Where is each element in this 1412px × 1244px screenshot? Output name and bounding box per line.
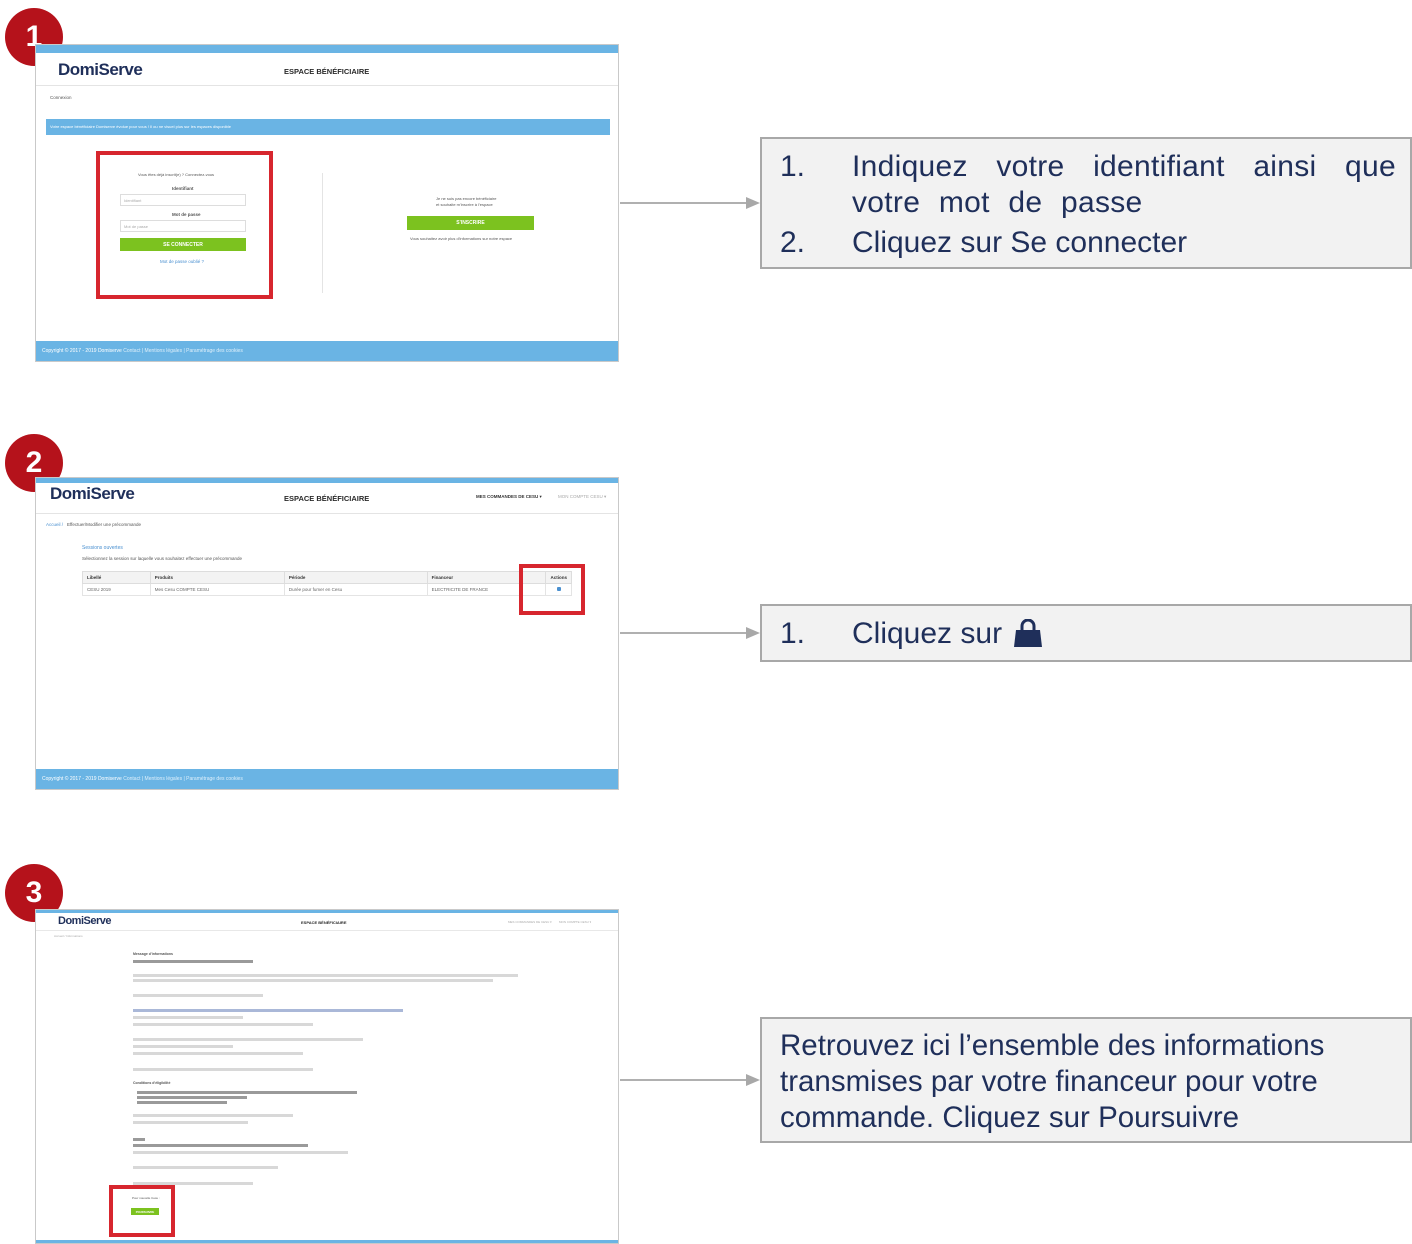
connector-line-3: [620, 1079, 748, 1081]
connector-line-2: [620, 632, 748, 634]
sessions-table: Libellé Produits Période Financeur Actio…: [82, 571, 572, 596]
info-banner: Votre espace bénéficiaire Domiserve évol…: [46, 119, 610, 135]
domiserve-logo: DomiServe: [58, 915, 111, 927]
instruction-row: 1. Indiquez votre identifiant ainsi que …: [780, 149, 1396, 221]
top-accent-bar: [36, 45, 618, 53]
paragraph-line: [133, 1009, 403, 1012]
paragraph-line: [133, 1068, 313, 1071]
col-periode: Période: [283, 571, 428, 584]
cell-produits: Mes Cesu COMPTE CESU: [149, 583, 285, 596]
breadcrumb: Connexion: [50, 95, 72, 100]
table-row: CESU 2019 Mes Cesu COMPTE CESU Durée pou…: [82, 583, 572, 596]
header-divider: [36, 85, 618, 86]
register-text-2: et souhaite m'inscrire à l'espace: [436, 202, 493, 207]
paragraph-line: [133, 1121, 248, 1124]
breadcrumb-home[interactable]: Accueil /: [46, 522, 63, 527]
bottom-accent-bar: [36, 1240, 618, 1243]
footer: Copyright © 2017 - 2019 Domiserve Contac…: [36, 341, 618, 361]
instruction-box-1: 1. Indiquez votre identifiant ainsi que …: [760, 137, 1412, 269]
paragraph-line: [133, 979, 493, 982]
espace-title: ESPACE BÉNÉFICIAIRE: [284, 494, 370, 503]
connector-arrow-2: [746, 627, 760, 639]
col-produits: Produits: [149, 571, 285, 584]
espace-title: ESPACE BÉNÉFICIAIRE: [284, 67, 370, 76]
instruction-text: Cliquez sur Se connecter: [852, 226, 1188, 259]
instruction-row: 2. Cliquez sur Se connecter: [780, 225, 1396, 261]
paragraph-line: [133, 1166, 278, 1169]
top-accent-bar: [36, 910, 618, 913]
col-libelle: Libellé: [82, 571, 151, 584]
instruction-number: 1.: [780, 150, 806, 183]
paragraph-line: [133, 1045, 233, 1048]
header-divider: [36, 930, 618, 931]
conditions-title: Conditions d'éligibilité: [133, 1081, 171, 1085]
paragraph-line: [133, 1023, 313, 1026]
instruction-text: Retrouvez ici l’ensemble des information…: [780, 1029, 1325, 1134]
cell-periode: Durée pour fumer en Cesu: [283, 583, 428, 596]
info-banner-text: Votre espace bénéficiaire Domiserve évol…: [50, 124, 231, 129]
sessions-description: Sélectionnez la session sur laquelle vou…: [82, 556, 243, 561]
paragraph-line: [133, 974, 518, 977]
paragraph-line: [133, 1144, 308, 1147]
connector-arrow-1: [746, 197, 760, 209]
espace-title: ESPACE BÉNÉFICIAIRE: [301, 920, 347, 925]
shopping-bag-icon: [1012, 618, 1044, 649]
form-divider: [322, 173, 323, 293]
paragraph-line: [137, 1096, 247, 1099]
instruction-text: Indiquez votre identifiant ainsi que vot…: [852, 150, 1396, 219]
screenshot-information: DomiServe ESPACE BÉNÉFICIAIRE MES COMMAN…: [35, 909, 619, 1244]
register-text-1: Je ne suis pas encore bénéficiaire: [436, 196, 497, 201]
nav-account[interactable]: MON COMPTE CESU ▾: [558, 494, 606, 500]
footer: Copyright © 2017 - 2019 Domiserve Contac…: [36, 769, 618, 789]
breadcrumb: Accueil / Informations: [54, 934, 83, 938]
paragraph-line: [133, 1138, 145, 1141]
instruction-box-3: Retrouvez ici l’ensemble des information…: [760, 1017, 1412, 1143]
sessions-title: Sessions ouvertes: [82, 545, 123, 551]
table-header-row: Libellé Produits Période Financeur Actio…: [82, 571, 572, 584]
header-divider: [36, 513, 618, 514]
highlight-login-form: [96, 151, 273, 299]
more-info-text[interactable]: Vous souhaitez avoir plus d'informations…: [410, 236, 512, 241]
register-button[interactable]: S'INSCRIRE: [407, 216, 534, 230]
instruction-number: 1.: [780, 617, 806, 650]
screenshot-sessions: DomiServe ESPACE BÉNÉFICIAIRE MES COMMAN…: [35, 477, 619, 790]
domiserve-logo: DomiServe: [50, 484, 135, 503]
footer-links[interactable]: Contact | Mentions légales | Paramétrage…: [123, 776, 243, 782]
nav-orders[interactable]: MES COMMANDES DE CESU ▾: [508, 920, 552, 924]
paragraph-line: [133, 960, 253, 963]
paragraph-line: [133, 1114, 293, 1117]
instruction-text: Cliquez sur: [852, 617, 1003, 650]
connector-line-1: [620, 202, 748, 204]
instruction-number: 2.: [780, 226, 806, 259]
footer-copyright: Copyright © 2017 - 2019 Domiserve: [42, 348, 122, 354]
paragraph-line: [133, 1052, 303, 1055]
cell-libelle: CESU 2019: [82, 583, 151, 596]
instruction-box-2: 1. Cliquez sur: [760, 604, 1412, 662]
paragraph-line: [137, 1101, 227, 1104]
paragraph-line: [133, 994, 263, 997]
connector-arrow-3: [746, 1074, 760, 1086]
paragraph-line: [137, 1091, 357, 1094]
screenshot-login: DomiServe ESPACE BÉNÉFICIAIRE Connexion …: [35, 44, 619, 362]
nav-account[interactable]: MON COMPTE CESU ▾: [559, 920, 591, 924]
top-accent-bar: [36, 478, 618, 483]
footer-links[interactable]: Contact | Mentions légales | Paramétrage…: [123, 348, 243, 354]
paragraph-line: [133, 1151, 348, 1154]
section-title: Message d'informations: [133, 952, 173, 956]
highlight-continue: [109, 1185, 175, 1237]
breadcrumb-page: Effectuer/Modifier une précommande: [67, 522, 141, 527]
paragraph-line: [133, 1038, 363, 1041]
instruction-row: 1. Cliquez sur: [780, 616, 1396, 652]
paragraph-line: [133, 1016, 243, 1019]
highlight-action-icon: [519, 564, 585, 615]
domiserve-logo: DomiServe: [58, 60, 143, 79]
nav-orders[interactable]: MES COMMANDES DE CESU ▾: [476, 494, 542, 500]
footer-copyright: Copyright © 2017 - 2019 Domiserve: [42, 776, 122, 782]
